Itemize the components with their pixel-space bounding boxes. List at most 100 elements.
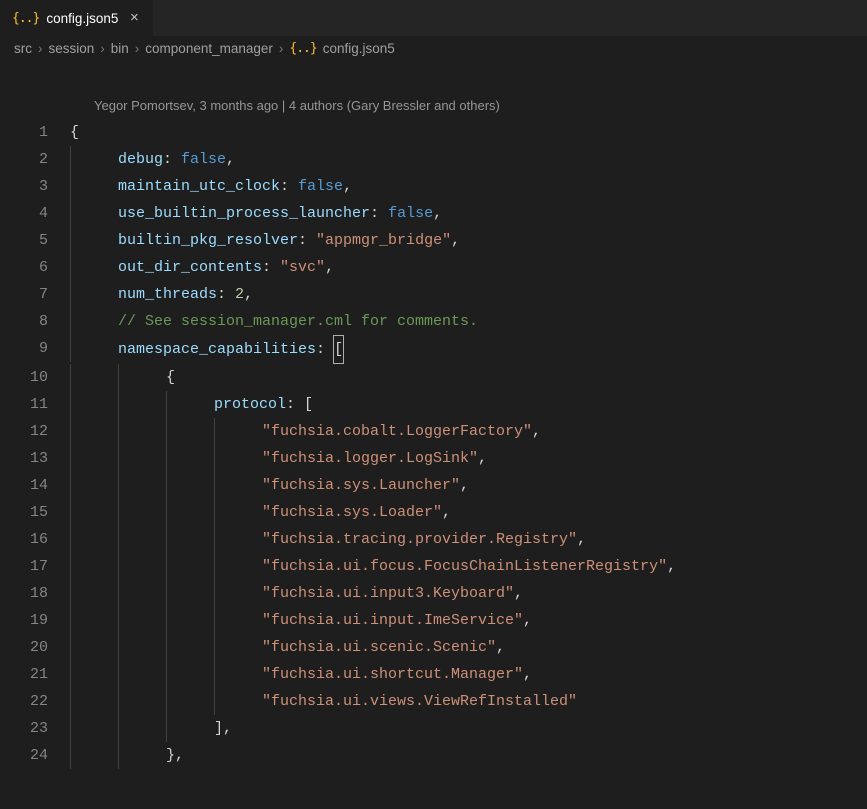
code-line[interactable]: 16 "fuchsia.tracing.provider.Registry", <box>0 526 867 553</box>
code-line[interactable]: 3 maintain_utc_clock: false, <box>0 173 867 200</box>
line-number[interactable]: 9 <box>0 335 70 362</box>
line-number[interactable]: 6 <box>0 254 70 281</box>
code-line[interactable]: 13 "fuchsia.logger.LogSink", <box>0 445 867 472</box>
code-line[interactable]: 22 "fuchsia.ui.views.ViewRefInstalled" <box>0 688 867 715</box>
line-number[interactable]: 3 <box>0 173 70 200</box>
line-number[interactable]: 17 <box>0 553 70 580</box>
indent-guides <box>70 688 262 715</box>
code-line[interactable]: 8 // See session_manager.cml for comments… <box>0 308 867 335</box>
line-number[interactable]: 22 <box>0 688 70 715</box>
code-line[interactable]: 17 "fuchsia.ui.focus.FocusChainListenerRe… <box>0 553 867 580</box>
code-content[interactable]: use_builtin_process_launcher: false, <box>118 200 442 227</box>
code-content[interactable]: "fuchsia.ui.scenic.Scenic", <box>262 634 505 661</box>
indent-guides <box>70 526 262 553</box>
code-content[interactable]: { <box>166 364 175 391</box>
line-number[interactable]: 23 <box>0 715 70 742</box>
breadcrumb-segment[interactable]: src <box>14 41 32 56</box>
line-number[interactable]: 21 <box>0 661 70 688</box>
chevron-right-icon: › <box>133 41 142 56</box>
line-number[interactable]: 24 <box>0 742 70 769</box>
code-content[interactable]: { <box>70 119 79 146</box>
line-number[interactable]: 18 <box>0 580 70 607</box>
indent-guides <box>70 173 118 200</box>
code-line[interactable]: 15 "fuchsia.sys.Loader", <box>0 499 867 526</box>
chevron-right-icon: › <box>98 41 107 56</box>
indent-guides <box>70 661 262 688</box>
code-content[interactable]: }, <box>166 742 184 769</box>
indent-guides <box>70 715 214 742</box>
indent-guides <box>70 254 118 281</box>
line-number[interactable]: 5 <box>0 227 70 254</box>
indent-guides <box>70 364 166 391</box>
code-line[interactable]: 7 num_threads: 2, <box>0 281 867 308</box>
indent-guides <box>70 335 118 362</box>
code-line[interactable]: 19 "fuchsia.ui.input.ImeService", <box>0 607 867 634</box>
line-number[interactable]: 20 <box>0 634 70 661</box>
code-content[interactable]: "fuchsia.ui.input.ImeService", <box>262 607 532 634</box>
code-content[interactable]: namespace_capabilities: [ <box>118 335 343 364</box>
indent-guides <box>70 634 262 661</box>
code-content[interactable]: "fuchsia.sys.Loader", <box>262 499 451 526</box>
code-line[interactable]: 4 use_builtin_process_launcher: false, <box>0 200 867 227</box>
indent-guides <box>70 742 166 769</box>
code-line[interactable]: 24}, <box>0 742 867 769</box>
tab-config-json5[interactable]: {..} config.json5 × <box>0 0 154 36</box>
line-number[interactable]: 11 <box>0 391 70 418</box>
code-content[interactable]: "fuchsia.ui.input3.Keyboard", <box>262 580 523 607</box>
code-content[interactable]: num_threads: 2, <box>118 281 253 308</box>
code-line[interactable]: 2 debug: false, <box>0 146 867 173</box>
chevron-right-icon: › <box>36 41 45 56</box>
code-content[interactable]: "fuchsia.ui.focus.FocusChainListenerRegi… <box>262 553 676 580</box>
breadcrumb-segment[interactable]: bin <box>111 41 129 56</box>
line-number[interactable]: 7 <box>0 281 70 308</box>
code-content[interactable]: out_dir_contents: "svc", <box>118 254 334 281</box>
line-number[interactable]: 14 <box>0 472 70 499</box>
code-line[interactable]: 10 { <box>0 364 867 391</box>
line-number[interactable]: 16 <box>0 526 70 553</box>
code-content[interactable]: "fuchsia.cobalt.LoggerFactory", <box>262 418 541 445</box>
code-content[interactable]: builtin_pkg_resolver: "appmgr_bridge", <box>118 227 460 254</box>
line-number[interactable]: 13 <box>0 445 70 472</box>
code-line[interactable]: 1{ <box>0 119 867 146</box>
tab-label: config.json5 <box>46 11 118 26</box>
close-icon[interactable]: × <box>125 9 143 27</box>
code-content[interactable]: "fuchsia.ui.shortcut.Manager", <box>262 661 532 688</box>
code-content[interactable]: "fuchsia.tracing.provider.Registry", <box>262 526 586 553</box>
code-line[interactable]: 12 "fuchsia.cobalt.LoggerFactory", <box>0 418 867 445</box>
git-blame-codelens[interactable]: Yegor Pomortsev, 3 months ago | 4 author… <box>0 60 867 119</box>
code-line[interactable]: 23], <box>0 715 867 742</box>
code-content[interactable]: "fuchsia.ui.views.ViewRefInstalled" <box>262 688 577 715</box>
line-number[interactable]: 12 <box>0 418 70 445</box>
code-line[interactable]: 21 "fuchsia.ui.shortcut.Manager", <box>0 661 867 688</box>
code-line[interactable]: 5 builtin_pkg_resolver: "appmgr_bridge", <box>0 227 867 254</box>
line-number[interactable]: 8 <box>0 308 70 335</box>
code-content[interactable]: maintain_utc_clock: false, <box>118 173 352 200</box>
line-number[interactable]: 19 <box>0 607 70 634</box>
breadcrumb-segment[interactable]: component_manager <box>145 41 273 56</box>
code-line[interactable]: 14 "fuchsia.sys.Launcher", <box>0 472 867 499</box>
code-content[interactable]: debug: false, <box>118 146 235 173</box>
code-content[interactable]: "fuchsia.sys.Launcher", <box>262 472 469 499</box>
line-number[interactable]: 2 <box>0 146 70 173</box>
code-content[interactable]: "fuchsia.logger.LogSink", <box>262 445 487 472</box>
line-number[interactable]: 15 <box>0 499 70 526</box>
json5-icon: {..} <box>12 11 39 26</box>
line-number[interactable]: 1 <box>0 119 70 146</box>
code-line[interactable]: 18 "fuchsia.ui.input3.Keyboard", <box>0 580 867 607</box>
breadcrumb-file[interactable]: config.json5 <box>323 41 395 56</box>
code-line[interactable]: 6 out_dir_contents: "svc", <box>0 254 867 281</box>
indent-guides <box>70 580 262 607</box>
breadcrumb-segment[interactable]: session <box>49 41 95 56</box>
indent-guides <box>70 472 262 499</box>
code-content[interactable]: // See session_manager.cml for comments. <box>118 308 478 335</box>
indent-guides <box>70 418 262 445</box>
json5-icon: {..} <box>289 41 316 56</box>
code-line[interactable]: 9 namespace_capabilities: [ <box>0 335 867 364</box>
line-number[interactable]: 10 <box>0 364 70 391</box>
code-content[interactable]: protocol: [ <box>214 391 313 418</box>
line-number[interactable]: 4 <box>0 200 70 227</box>
code-line[interactable]: 20 "fuchsia.ui.scenic.Scenic", <box>0 634 867 661</box>
code-content[interactable]: ], <box>214 715 232 742</box>
code-line[interactable]: 11 protocol: [ <box>0 391 867 418</box>
code-editor[interactable]: 1{2debug: false,3maintain_utc_clock: fal… <box>0 119 867 769</box>
